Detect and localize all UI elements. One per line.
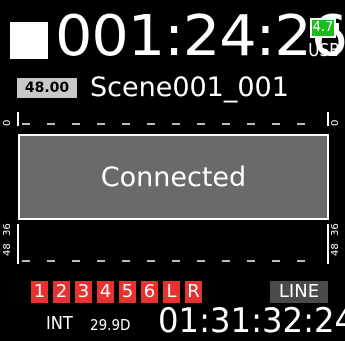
timecode-source: INT [46,313,73,334]
meter-dash [72,123,80,125]
meter-dash [272,260,280,262]
track-badge-4: 4 [97,281,114,303]
scene-name: Scene001_001 [90,72,289,103]
meter-dash [147,260,155,262]
meter-left-bottom-edge [17,224,19,264]
track-badge-3: 3 [75,281,92,303]
frame-rate: 29.9D [90,316,131,334]
meter-dash [222,260,230,262]
meter-dash-row-top [22,123,322,125]
meter-dash [222,123,230,125]
meter-dash [122,123,130,125]
meter-dash [147,123,155,125]
track-badge-l: L [163,281,180,303]
meter-dash [297,260,305,262]
meter-left-top-edge [17,112,19,126]
sample-rate-badge: 48.00 [17,78,77,98]
meter-dash [197,123,205,125]
meter-dash [122,260,130,262]
track-badge-5: 5 [119,281,136,303]
battery-terminal [336,23,339,33]
meter-right-top-edge [327,112,329,126]
meter-right-bottom-edge [327,224,329,264]
track-badge-1: 1 [31,281,48,303]
meter-scale-mid-right: 36 [330,223,341,236]
track-badge-6: 6 [141,281,158,303]
meter-dash [172,260,180,262]
track-arm-row: 123456LR [31,281,202,303]
meter-dash [22,123,30,125]
meter-dash [297,123,305,125]
meter-dash [97,123,105,125]
connection-status-text: Connected [100,161,247,193]
meter-dash [272,123,280,125]
battery-voltage: 4.7 [312,20,334,35]
meter-scale-mid-left: 36 [2,223,13,236]
elapsed-time-counter: 001:24:26 [55,4,345,69]
meter-scale-bottom-right: 48 [330,243,341,256]
connection-status-panel: Connected [18,134,329,220]
meter-dash [22,260,30,262]
meter-dash [197,260,205,262]
track-badge-r: R [185,281,202,303]
meter-dash [247,260,255,262]
timecode-display: 01:31:32:24 [158,301,345,341]
meter-scale-top-left: 0 [2,119,13,126]
meter-scale-top-right: 0 [330,119,341,126]
meter-dash-row-bottom [22,260,322,262]
track-badge-2: 2 [53,281,70,303]
meter-scale-bottom-left: 48 [2,243,13,256]
meter-dash [97,260,105,262]
power-source-label: USB [308,40,340,61]
meter-dash [47,123,55,125]
meter-dash [172,123,180,125]
meter-dash [47,260,55,262]
meter-dash [72,260,80,262]
input-mode-label: LINE [270,281,328,303]
meter-dash [247,123,255,125]
stop-state-icon [10,22,48,59]
